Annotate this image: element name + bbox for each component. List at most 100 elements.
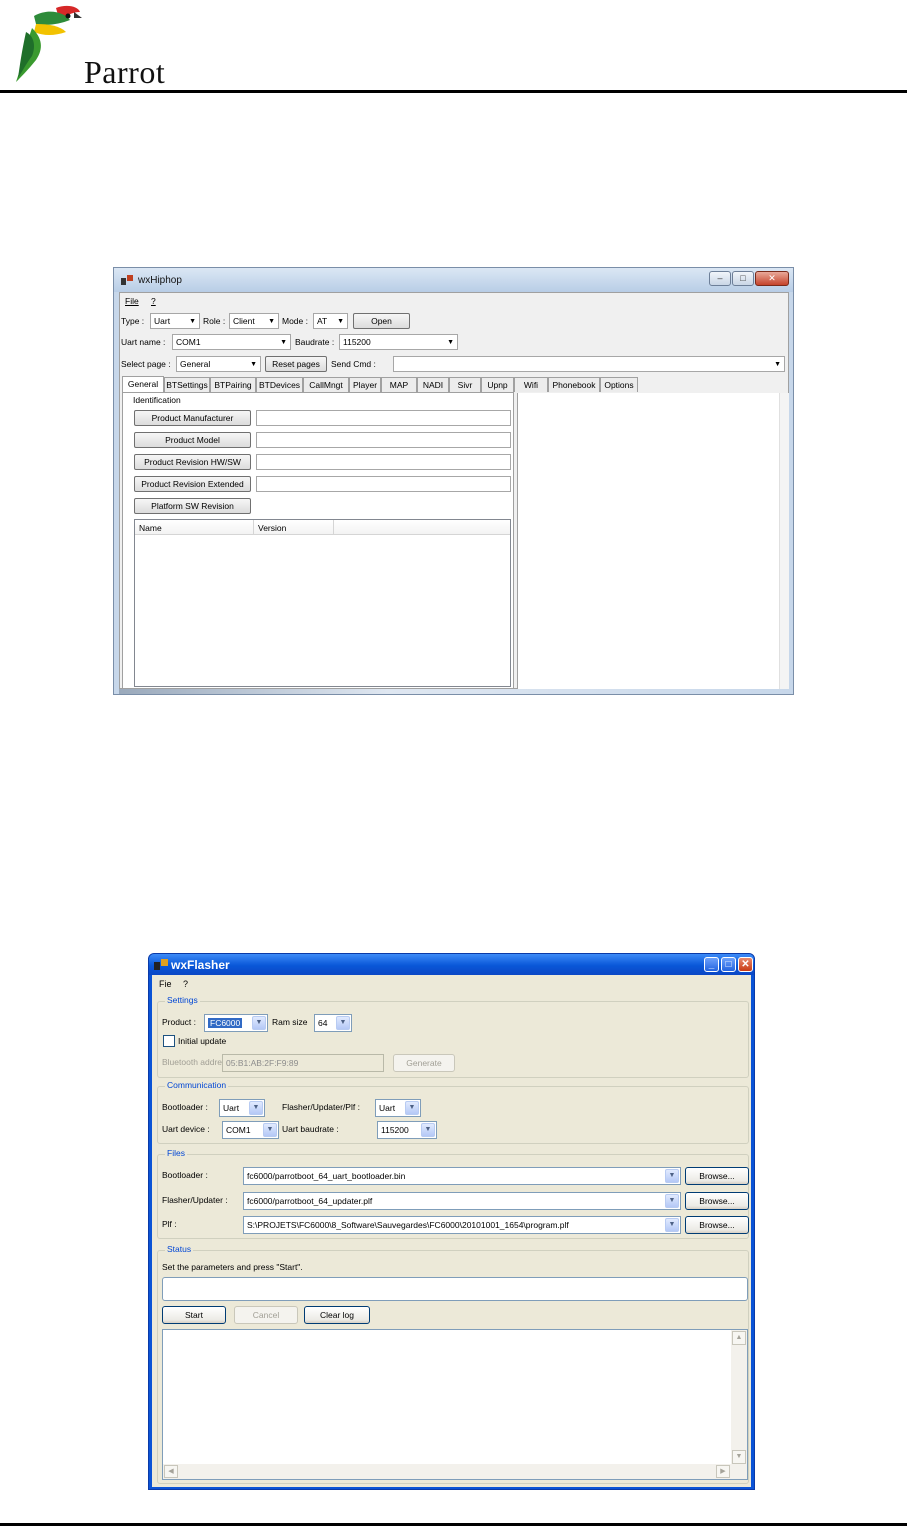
- flasher-updater-file-select[interactable]: fc6000/parrotboot_64_updater.plf ▼: [243, 1192, 681, 1210]
- brand-name: Parrot: [84, 54, 166, 90]
- browse-plf-button[interactable]: Browse...: [685, 1216, 749, 1234]
- tab-nadi[interactable]: NADI: [417, 377, 449, 392]
- send-cmd-input[interactable]: ▼: [393, 356, 785, 372]
- product-revision-hwsw-field[interactable]: [256, 454, 511, 470]
- header-rule: [0, 90, 907, 93]
- minimize-button[interactable]: –: [709, 271, 731, 286]
- ram-size-select[interactable]: 64 ▼: [314, 1014, 352, 1032]
- close-button[interactable]: ✕: [755, 271, 789, 286]
- hiphop-title-bar[interactable]: wxHiphop – □ ✕: [114, 268, 793, 292]
- flasher-updater-plf-select[interactable]: Uart ▼: [375, 1099, 421, 1117]
- tab-player[interactable]: Player: [349, 377, 381, 392]
- mode-select[interactable]: AT ▼: [313, 313, 348, 329]
- tab-phonebook[interactable]: Phonebook: [548, 377, 600, 392]
- maximize-button[interactable]: □: [721, 957, 736, 972]
- product-select[interactable]: FC6000 ▼: [204, 1014, 268, 1032]
- product-revision-extended-field[interactable]: [256, 476, 511, 492]
- reset-pages-button[interactable]: Reset pages: [265, 356, 327, 372]
- plf-file-select[interactable]: S:\PROJETS\FC6000\8_Software\Sauvegardes…: [243, 1216, 681, 1234]
- platform-sw-revision-button[interactable]: Platform SW Revision: [134, 498, 251, 514]
- chevron-down-icon: ▼: [405, 1101, 419, 1115]
- status-group: Status Set the parameters and press "Sta…: [157, 1244, 749, 1484]
- open-button[interactable]: Open: [353, 313, 410, 329]
- flasher-updater-file-label: Flasher/Updater :: [162, 1195, 228, 1205]
- role-select[interactable]: Client ▼: [229, 313, 279, 329]
- type-select[interactable]: Uart ▼: [150, 313, 200, 329]
- minimize-button[interactable]: _: [704, 957, 719, 972]
- baudrate-select[interactable]: 115200 ▼: [339, 334, 458, 350]
- app-icon: [121, 275, 133, 285]
- minimize-icon: _: [708, 959, 715, 970]
- scroll-left-icon[interactable]: ◀: [164, 1465, 178, 1478]
- tab-general[interactable]: General: [122, 376, 164, 392]
- close-button[interactable]: ✕: [738, 957, 753, 972]
- type-label: Type :: [121, 316, 145, 326]
- initial-update-label: Initial update: [178, 1036, 227, 1046]
- tab-btpairing[interactable]: BTPairing: [210, 377, 256, 392]
- settings-group: Settings Product : FC6000 ▼ Ram size 64 ▼ …: [157, 995, 749, 1078]
- version-list[interactable]: Name Version: [134, 519, 511, 687]
- log-vertical-scrollbar[interactable]: ▲ ▼: [731, 1330, 747, 1465]
- product-model-button[interactable]: Product Model: [134, 432, 251, 448]
- browse-bootloader-button[interactable]: Browse...: [685, 1167, 749, 1185]
- column-name-header[interactable]: Name: [139, 523, 162, 533]
- scroll-right-icon[interactable]: ▶: [716, 1465, 730, 1478]
- generate-button[interactable]: Generate: [393, 1054, 455, 1072]
- tab-strip: General BTSettings BTPairing BTDevices C…: [122, 376, 786, 393]
- chevron-down-icon: ▼: [252, 1016, 266, 1030]
- tab-upnp[interactable]: Upnp: [481, 377, 514, 392]
- log-horizontal-scrollbar[interactable]: ◀ ▶: [163, 1464, 747, 1479]
- tab-btsettings[interactable]: BTSettings: [164, 377, 210, 392]
- chevron-down-icon: ▼: [421, 1123, 435, 1137]
- product-model-field[interactable]: [256, 432, 511, 448]
- tab-sivr[interactable]: Sivr: [449, 377, 481, 392]
- menu-help[interactable]: ?: [183, 979, 188, 989]
- column-version-header[interactable]: Version: [258, 523, 286, 533]
- start-button[interactable]: Start: [162, 1306, 226, 1324]
- tab-btdevices[interactable]: BTDevices: [256, 377, 303, 392]
- output-scrollbar[interactable]: [779, 393, 789, 689]
- product-revision-hwsw-button[interactable]: Product Revision HW/SW: [134, 454, 251, 470]
- clear-log-button[interactable]: Clear log: [304, 1306, 370, 1324]
- uart-device-select[interactable]: COM1 ▼: [222, 1121, 279, 1139]
- initial-update-checkbox[interactable]: [163, 1035, 175, 1047]
- product-revision-extended-button[interactable]: Product Revision Extended: [134, 476, 251, 492]
- maximize-icon: □: [725, 959, 732, 970]
- chevron-down-icon: ▼: [665, 1194, 679, 1208]
- chevron-down-icon: ▼: [665, 1218, 679, 1232]
- wxflasher-window: wxFlasher _ □ ✕ Fie ? Settings Product :…: [148, 953, 755, 1490]
- bt-address-field[interactable]: 05:B1:AB:2F:F9:89: [222, 1054, 384, 1072]
- chevron-down-icon: ▼: [250, 361, 257, 368]
- tab-map[interactable]: MAP: [381, 377, 417, 392]
- hiphop-horizontal-scrollbar[interactable]: [119, 689, 789, 694]
- flasher-title-bar[interactable]: wxFlasher _ □ ✕: [149, 954, 754, 975]
- uart-baudrate-select[interactable]: 115200 ▼: [377, 1121, 437, 1139]
- maximize-button[interactable]: □: [732, 271, 754, 286]
- product-manufacturer-field[interactable]: [256, 410, 511, 426]
- tab-callmngt[interactable]: CallMngt: [303, 377, 349, 392]
- tab-wifi[interactable]: Wifi: [514, 377, 548, 392]
- files-group-label: Files: [165, 1148, 187, 1158]
- bootloader-select[interactable]: Uart ▼: [219, 1099, 265, 1117]
- menu-file[interactable]: Fie: [159, 979, 172, 989]
- footer-rule: [0, 1523, 907, 1526]
- tab-options[interactable]: Options: [600, 377, 638, 392]
- chevron-down-icon: ▼: [447, 339, 454, 346]
- cancel-button[interactable]: Cancel: [234, 1306, 298, 1324]
- product-manufacturer-button[interactable]: Product Manufacturer: [134, 410, 251, 426]
- app-icon: [154, 959, 168, 970]
- select-page-select[interactable]: General ▼: [176, 356, 261, 372]
- uart-name-select[interactable]: COM1 ▼: [172, 334, 291, 350]
- select-page-label: Select page :: [121, 359, 171, 369]
- minimize-icon: –: [717, 273, 723, 283]
- bootloader-file-select[interactable]: fc6000/parrotboot_64_uart_bootloader.bin…: [243, 1167, 681, 1185]
- scroll-down-icon[interactable]: ▼: [732, 1450, 746, 1464]
- menu-file[interactable]: File: [125, 296, 139, 306]
- output-pane[interactable]: [517, 393, 789, 689]
- menu-help[interactable]: ?: [151, 296, 156, 306]
- browse-flasher-updater-button[interactable]: Browse...: [685, 1192, 749, 1210]
- scroll-up-icon[interactable]: ▲: [732, 1331, 746, 1345]
- close-icon: ✕: [768, 273, 776, 283]
- flasher-updater-plf-label: Flasher/Updater/Plf :: [282, 1102, 360, 1112]
- log-area[interactable]: ▲ ▼ ◀ ▶: [162, 1329, 748, 1480]
